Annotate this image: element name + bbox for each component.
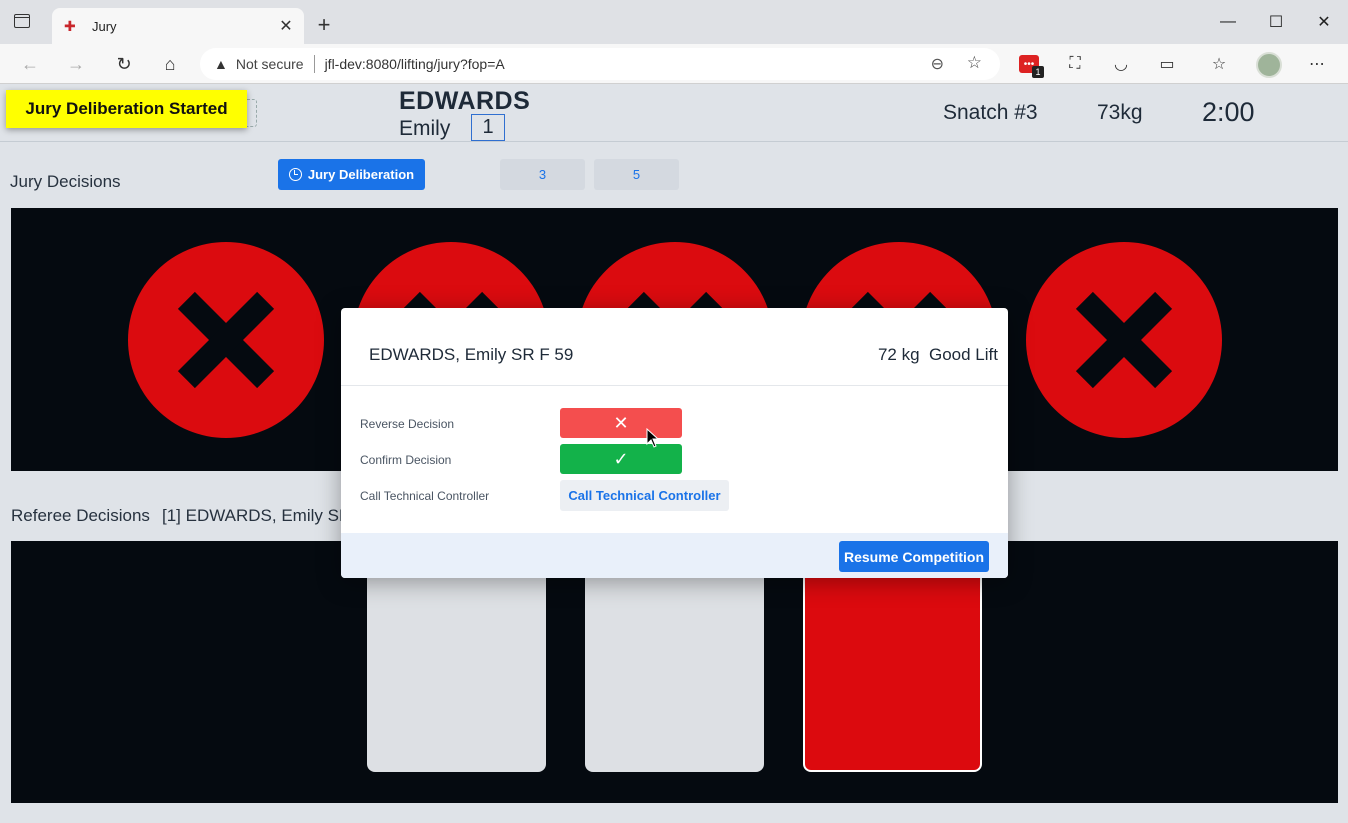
tab-title: Jury [92,18,117,34]
tab-close-icon[interactable]: ✕ [276,16,296,36]
jury-decision-dialog: EDWARDS, Emily SR F 59 72 kg Good Lift R… [341,308,1008,578]
screenshot-icon[interactable]: ⛶ [1063,52,1087,76]
not-secure-label: Not secure [235,56,304,72]
referee-good-card [367,565,546,772]
check-icon: ✓ [613,448,629,469]
deliberation-notification: Jury Deliberation Started [6,90,247,128]
tab-actions-icon[interactable] [14,14,36,36]
dialog-result: 72 kg Good Lift [877,345,998,364]
call-technical-controller-button[interactable]: Call Technical Controller [560,480,729,511]
requested-weight: 73kg [1097,101,1143,124]
referee-decisions-panel [11,541,1338,803]
athlete-last-name: EDWARDS [399,87,531,115]
dialog-header: EDWARDS, Emily SR F 59 72 kg Good Lift [341,308,1008,386]
jury-bad-lift-icon [128,242,324,438]
minimize-icon[interactable]: — [1204,0,1252,44]
favorite-add-icon[interactable]: ☆ [967,53,982,73]
notification-outline [247,99,257,127]
dialog-athlete: EDWARDS, Emily SR F 59 [369,345,574,364]
confirm-decision-label: Confirm Decision [360,453,452,467]
zoom-icon[interactable]: ⊖ [931,54,944,74]
jury-5-button[interactable]: 5 [594,159,679,190]
attempt-timer: 2:00 [1202,97,1255,127]
browser-toolbar: ← → ↻ ⌂ ▲ Not secure jfl-dev:8080/liftin… [0,44,1348,84]
app-favicon-icon: ✚ [64,18,76,34]
refresh-icon[interactable]: ↻ [112,52,136,76]
referee-bad-card [803,565,982,772]
forward-icon[interactable]: → [64,52,88,76]
referee-athlete-label: [1] EDWARDS, Emily SR [162,506,352,525]
referee-decisions-title: Referee Decisions [11,506,150,525]
address-bar[interactable]: ▲ Not secure jfl-dev:8080/lifting/jury?f… [200,48,1000,80]
jury-decisions-title: Jury Decisions [10,172,121,191]
resume-competition-button[interactable]: Resume Competition [839,541,989,572]
home-icon[interactable]: ⌂ [158,52,182,76]
jury-3-button[interactable]: 3 [500,159,585,190]
url-text[interactable]: jfl-dev:8080/lifting/jury?fop=A [325,56,505,72]
call-technical-controller-label: Call Technical Controller [360,489,490,503]
start-number: 1 [471,114,505,141]
dialog-footer: Resume Competition [341,533,1008,578]
browser-tab[interactable]: ✚ Jury ✕ [52,8,304,44]
favorites-icon[interactable]: ☆ [1207,52,1231,76]
mouse-cursor-icon [646,428,660,448]
cast-icon[interactable]: ▭ [1155,52,1179,76]
timer-icon [288,168,302,181]
more-menu-icon[interactable]: ⋯ [1305,52,1329,76]
referee-good-card [585,565,764,772]
window-controls: — ☐ ✕ [1204,0,1348,44]
reverse-decision-button[interactable]: ✕ [560,408,682,438]
jury-bad-lift-icon [1026,242,1222,438]
new-tab-icon[interactable]: + [312,12,336,38]
back-icon[interactable]: ← [18,52,42,76]
profile-avatar[interactable] [1256,52,1282,78]
reverse-decision-label: Reverse Decision [360,417,455,431]
maximize-icon[interactable]: ☐ [1252,0,1300,44]
confirm-decision-button[interactable]: ✓ [560,444,682,474]
close-window-icon[interactable]: ✕ [1300,0,1348,44]
warning-icon: ▲ [214,56,228,72]
address-separator [313,55,315,73]
athlete-first-name: Emily [399,117,451,140]
attempt-label: Snatch #3 [943,101,1038,124]
jury-deliberation-label: Jury Deliberation [307,167,415,182]
jury-deliberation-button[interactable]: Jury Deliberation [278,159,425,190]
extension-badge: 1 [1032,66,1044,78]
pocket-icon[interactable]: ◡ [1109,52,1133,76]
close-icon: ✕ [613,412,629,433]
browser-titlebar: ✚ Jury ✕ + — ☐ ✕ [0,0,1348,44]
